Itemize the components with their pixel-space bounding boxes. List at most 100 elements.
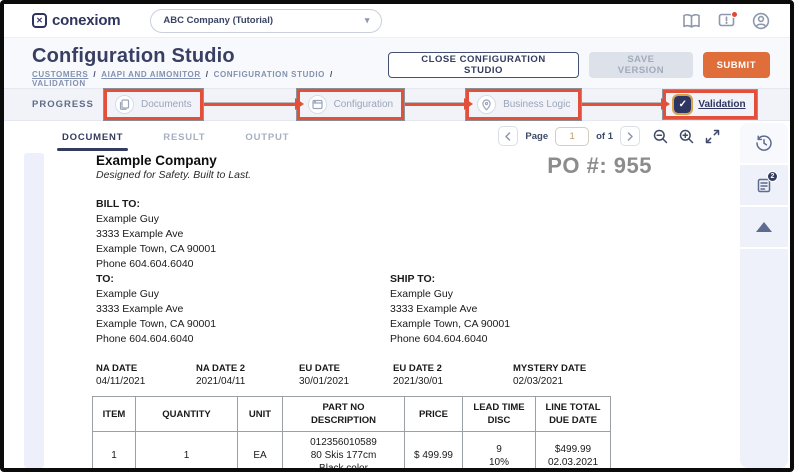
date-field: EU DATE 2 2021/30/01 (393, 362, 513, 388)
notifications-alert-icon[interactable] (718, 13, 735, 29)
date-value: 2021/30/01 (393, 375, 513, 388)
tab-result[interactable]: RESULT (163, 123, 205, 150)
bill-to-label: BILL TO: (96, 197, 656, 212)
validation-step-label[interactable]: Validation (698, 99, 745, 110)
progress-label: PROGRESS (32, 99, 104, 110)
breadcrumb-aiapi-and-aimonitor[interactable]: AIAPI AND AIMONITOR (101, 70, 213, 79)
right-tool-rail: 2 (740, 123, 788, 468)
page-number-input[interactable] (555, 127, 589, 146)
to-shipto-row: TO: Example Guy 3333 Example Ave Example… (96, 272, 656, 347)
date-label: MYSTERY DATE (513, 362, 586, 375)
top-bar: ✕ conexiom ABC Company (Tutorial) ▾ (4, 4, 790, 38)
address-line: 3333 Example Ave (390, 302, 510, 317)
date-value: 04/11/2021 (96, 375, 196, 388)
to-label: TO: (96, 272, 390, 287)
date-value: 30/01/2021 (299, 375, 393, 388)
date-label: NA DATE 2 (196, 362, 299, 375)
dates-row: NA DATE 04/11/2021 NA DATE 2 2021/04/11 … (96, 362, 656, 388)
configuration-step-icon[interactable] (308, 95, 327, 114)
annotations-count-badge: 2 (767, 171, 778, 182)
page-prev-button[interactable] (498, 126, 518, 146)
annotation-arrow-2 (405, 103, 465, 107)
company-selector-dropdown[interactable]: ABC Company (Tutorial) ▾ (150, 9, 382, 33)
page-title: Configuration Studio (32, 45, 388, 68)
documents-step-label[interactable]: Documents (141, 99, 192, 110)
business-logic-step-icon[interactable] (477, 95, 496, 114)
table-cell: 012356010589 80 Skis 177cm Black color (283, 432, 405, 469)
company-name: Example Company (96, 153, 251, 168)
date-field: MYSTERY DATE 02/03/2021 (513, 362, 586, 388)
purchase-order-document: Example Company Designed for Safety. Bui… (96, 153, 656, 468)
ship-to-block: SHIP TO: Example Guy 3333 Example Ave Ex… (390, 272, 510, 347)
table-row: 1 1 EA 012356010589 80 Skis 177cm Black … (93, 432, 611, 469)
address-line: Phone 604.604.6040 (390, 332, 510, 347)
annotation-arrow-1 (204, 103, 296, 107)
triangle-icon (756, 222, 772, 232)
date-value: 2021/04/11 (196, 375, 299, 388)
tab-document[interactable]: DOCUMENT (62, 123, 123, 150)
address-line: Phone 604.604.6040 (96, 332, 390, 347)
validation-step-icon[interactable]: ✓ (674, 96, 691, 113)
history-icon[interactable] (740, 123, 788, 165)
column-header: UNIT (238, 397, 283, 432)
column-header: QUANTITY (136, 397, 238, 432)
close-configuration-studio-button[interactable]: CLOSE CONFIGURATION STUDIO (388, 52, 580, 78)
account-avatar-icon[interactable] (752, 12, 770, 30)
date-label: EU DATE 2 (393, 362, 513, 375)
submit-button[interactable]: SUBMIT (703, 52, 770, 78)
documents-step-icon[interactable] (115, 95, 134, 114)
arrow-head-icon (295, 98, 304, 110)
document-page-gutter (24, 153, 44, 468)
column-header: PRICE (405, 397, 463, 432)
zoom-controls (653, 129, 720, 144)
configuration-step-label[interactable]: Configuration (334, 99, 393, 110)
po-number: PO #: 955 (547, 155, 652, 177)
column-header: LEAD TIME DISC (463, 397, 536, 432)
documentation-book-icon[interactable] (682, 13, 701, 29)
zoom-in-icon[interactable] (679, 129, 694, 144)
address-line: Example Guy (96, 287, 390, 302)
table-header-row: ITEM QUANTITY UNIT PART NO DESCRIPTION P… (93, 397, 611, 432)
page-next-button[interactable] (620, 126, 640, 146)
date-value: 02/03/2021 (513, 375, 586, 388)
page-header-left: Configuration Studio CUSTOMERSAIAPI AND … (32, 45, 388, 88)
address-line: Example Town, CA 90001 (96, 242, 656, 257)
column-header: ITEM (93, 397, 136, 432)
table-cell: EA (238, 432, 283, 469)
date-field: NA DATE 04/11/2021 (96, 362, 196, 388)
brand-logo: ✕ conexiom (32, 12, 120, 29)
progress-bar: PROGRESS Documents Configuration (4, 88, 790, 121)
tab-output[interactable]: OUTPUT (245, 123, 289, 150)
company-tagline: Designed for Safety. Built to Last. (96, 169, 251, 181)
bill-to-block: BILL TO: Example Guy 3333 Example Ave Ex… (96, 197, 656, 272)
company-selector-value: ABC Company (Tutorial) (163, 15, 273, 26)
viewer-workspace: DOCUMENT RESULT OUTPUT Page of 1 (4, 121, 790, 468)
document-viewer: Example Company Designed for Safety. Bui… (4, 151, 734, 468)
date-label: NA DATE (96, 362, 196, 375)
line-items-table: ITEM QUANTITY UNIT PART NO DESCRIPTION P… (92, 396, 611, 468)
column-header: LINE TOTAL DUE DATE (536, 397, 611, 432)
table-cell: $ 499.99 (405, 432, 463, 469)
upload-eject-icon[interactable] (740, 207, 788, 249)
header-buttons: CLOSE CONFIGURATION STUDIO SAVE VERSION … (388, 52, 770, 88)
business-logic-step-label[interactable]: Business Logic (503, 99, 570, 110)
notification-dot (731, 11, 738, 18)
arrow-head-icon (464, 98, 473, 110)
annotation-box-business-logic: Business Logic (466, 89, 581, 120)
topbar-icon-group (682, 12, 774, 30)
date-field: NA DATE 2 2021/04/11 (196, 362, 299, 388)
column-header: PART NO DESCRIPTION (283, 397, 405, 432)
annotations-icon[interactable]: 2 (740, 165, 788, 207)
date-label: EU DATE (299, 362, 393, 375)
annotation-box-validation: ✓ Validation (663, 90, 756, 119)
address-line: Example Guy (390, 287, 510, 302)
table-cell: 1 (136, 432, 238, 469)
ship-to-label: SHIP TO: (390, 272, 510, 287)
address-line: 3333 Example Ave (96, 227, 656, 242)
fullscreen-icon[interactable] (705, 129, 720, 144)
table-cell: 9 10% (463, 432, 536, 469)
breadcrumb-customers[interactable]: CUSTOMERS (32, 70, 101, 79)
zoom-out-icon[interactable] (653, 129, 668, 144)
save-version-button[interactable]: SAVE VERSION (589, 52, 692, 78)
address-line: Example Town, CA 90001 (390, 317, 510, 332)
